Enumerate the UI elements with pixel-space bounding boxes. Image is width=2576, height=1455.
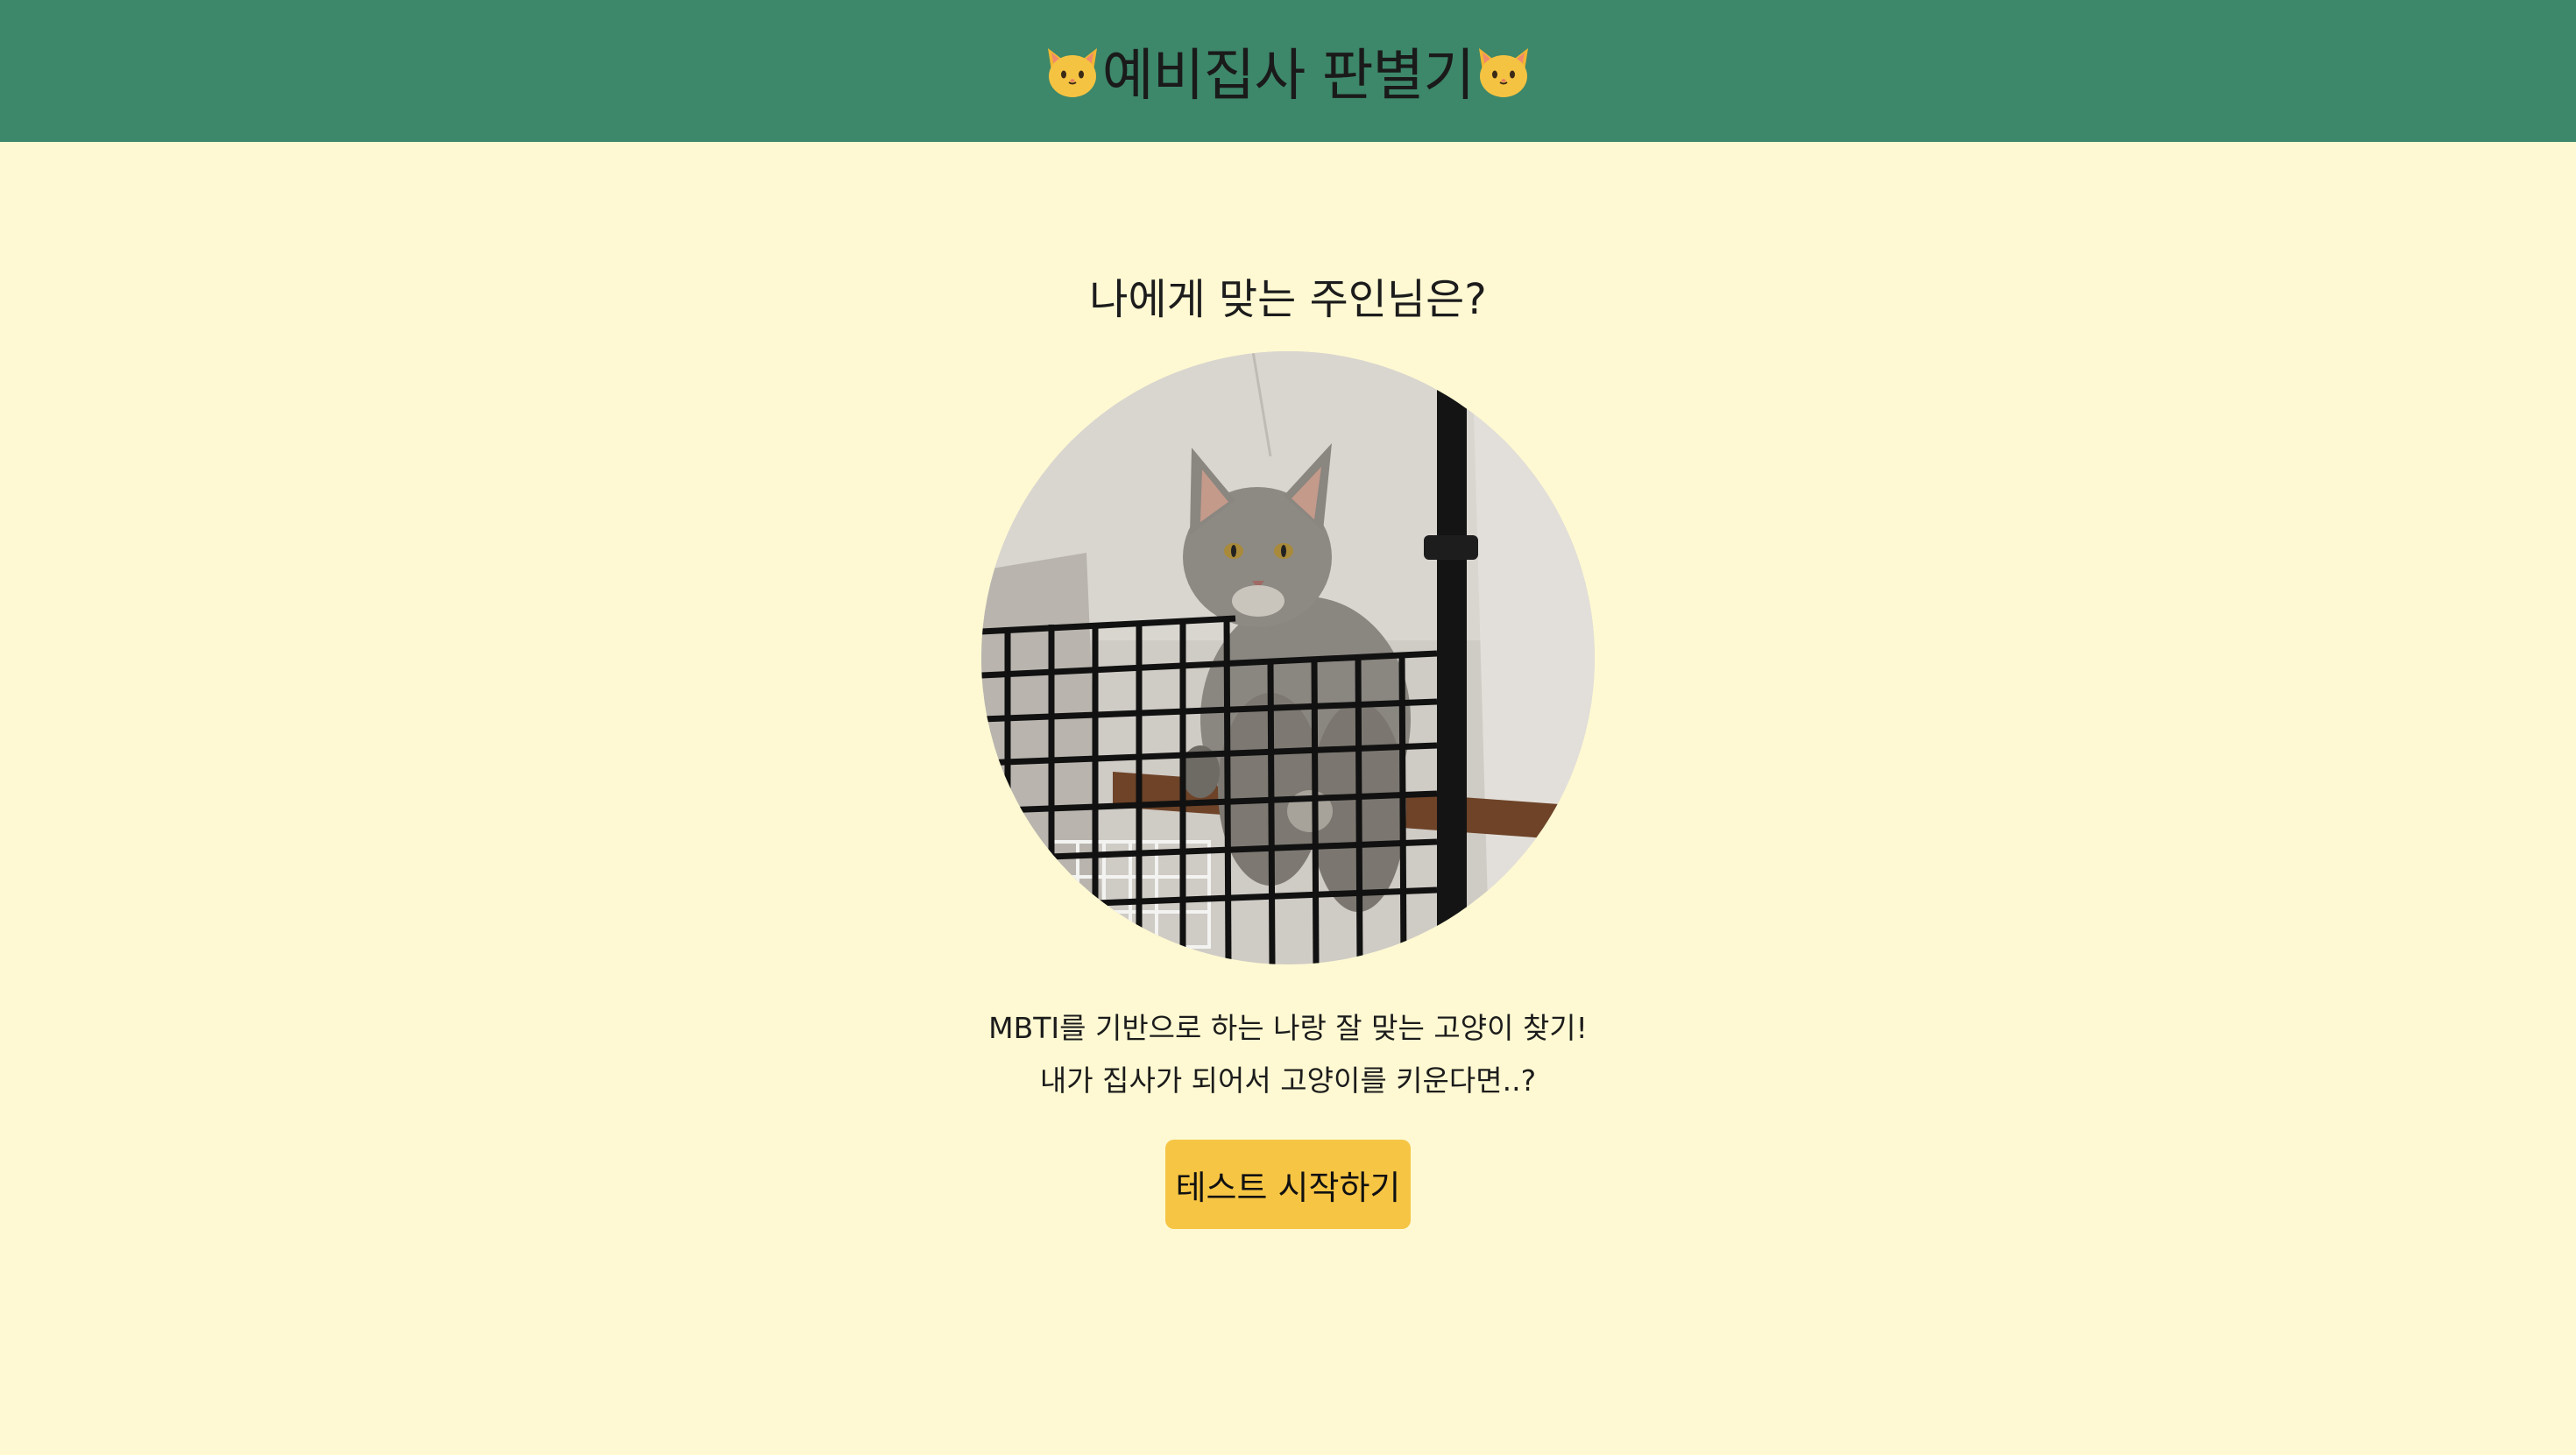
question-heading: 나에게 맞는 주인님은?: [1089, 275, 1487, 324]
description-line-2: 내가 집사가 되어서 고양이를 키운다면..?: [1039, 1063, 1537, 1098]
description-line-1: MBTI를 기반으로 하는 나랑 잘 맞는 고양이 찾기!: [988, 1011, 1588, 1045]
cat-photo: [981, 351, 1595, 964]
cat-face-icon: [1047, 48, 1097, 97]
app-header: 예비집사 판별기: [0, 0, 2576, 142]
cat-face-icon: [1479, 48, 1529, 97]
app-title: 예비집사 판별기: [1101, 44, 1476, 109]
main-content: 나에게 맞는 주인님은? MBTI를 기반으로 하는 나랑 잘 맞는 고양이 찾…: [0, 142, 2576, 1455]
header-title-group: 예비집사 판별기: [1043, 31, 1534, 111]
start-test-button[interactable]: 테스트 시작하기: [1165, 1140, 1411, 1229]
